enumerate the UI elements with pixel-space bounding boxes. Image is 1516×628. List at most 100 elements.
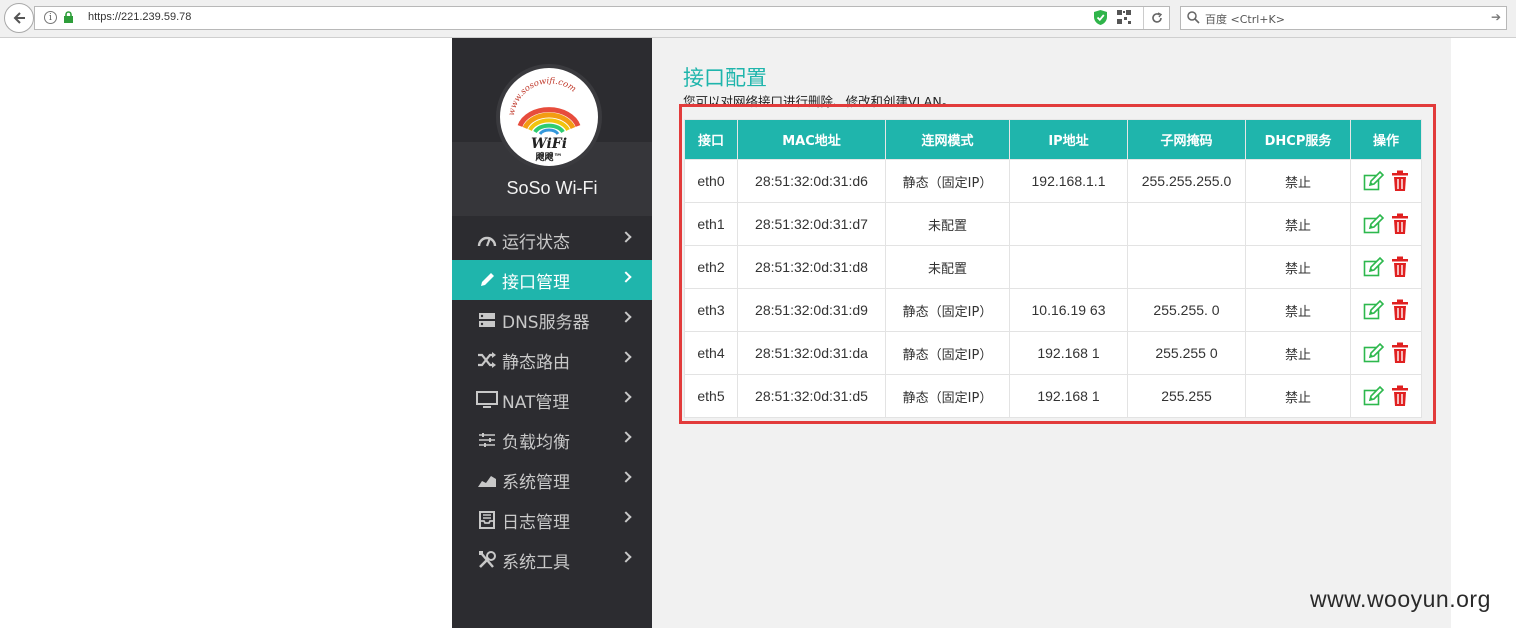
- mask-cell: [1127, 202, 1246, 246]
- dhcp-cell: 禁止: [1245, 288, 1351, 332]
- pencil-icon: [476, 270, 498, 290]
- chevron-right-icon: [620, 311, 632, 323]
- info-icon[interactable]: i: [44, 11, 57, 24]
- dhcp-cell: 禁止: [1245, 159, 1351, 203]
- edit-icon[interactable]: [1363, 213, 1385, 235]
- lock-icon: [64, 11, 73, 23]
- search-go-icon[interactable]: ➔: [1491, 10, 1501, 24]
- dhcp-cell: 禁止: [1245, 202, 1351, 246]
- chevron-right-icon: [620, 511, 632, 523]
- actions-cell: [1350, 288, 1422, 332]
- table-row: eth1 28:51:32:0d:31:d7 未配置 禁止: [684, 202, 1422, 246]
- chevron-right-icon: [620, 391, 632, 403]
- actions: [1352, 299, 1420, 321]
- sidebar-item-label: 日志管理: [502, 512, 570, 533]
- address-bar[interactable]: i https://221.239.59.78: [34, 6, 1170, 30]
- ip-cell: 10.16.19 63: [1009, 288, 1128, 332]
- dhcp-cell: 禁止: [1245, 374, 1351, 418]
- brand-name: SoSo Wi-Fi: [506, 178, 598, 198]
- edit-icon[interactable]: [1363, 385, 1385, 407]
- delete-icon[interactable]: [1391, 170, 1409, 192]
- mode-cell: 静态（固定IP）: [885, 374, 1010, 418]
- actions: [1352, 170, 1420, 192]
- column-header: 子网掩码: [1127, 119, 1246, 160]
- table-row: eth0 28:51:32:0d:31:d6 静态（固定IP） 192.168.1.1…: [684, 159, 1422, 203]
- watermark: www.wooyun.org: [1310, 586, 1491, 612]
- sidebar-item-status[interactable]: 运行状态: [452, 220, 652, 260]
- sidebar-item-system[interactable]: 系统管理: [452, 460, 652, 500]
- dhcp-cell: 禁止: [1245, 245, 1351, 289]
- sidebar-item-tools[interactable]: 系统工具: [452, 540, 652, 580]
- interface-cell: eth3: [684, 288, 738, 332]
- actions: [1352, 256, 1420, 278]
- edit-icon[interactable]: [1363, 170, 1385, 192]
- shield-icon[interactable]: [1093, 9, 1108, 26]
- mac-cell: 28:51:32:0d:31:d7: [737, 202, 886, 246]
- mac-cell: 28:51:32:0d:31:d8: [737, 245, 886, 289]
- sidebar-item-nat[interactable]: NAT管理: [452, 380, 652, 420]
- sidebar-item-load-balance[interactable]: 负载均衡: [452, 420, 652, 460]
- delete-icon[interactable]: [1391, 256, 1409, 278]
- chevron-right-icon: [620, 471, 632, 483]
- ip-cell: [1009, 245, 1128, 289]
- browser-toolbar: i https://221.239.59.78 百度 <Ctrl+K> ➔: [0, 0, 1516, 38]
- refresh-button[interactable]: [1143, 7, 1170, 29]
- url-text[interactable]: https://221.239.59.78: [88, 11, 191, 23]
- actions-cell: [1350, 202, 1422, 246]
- mask-cell: [1127, 245, 1246, 289]
- sidebar-item-static-routes[interactable]: 静态路由: [452, 340, 652, 380]
- mac-cell: 28:51:32:0d:31:d6: [737, 159, 886, 203]
- mask-cell: 255.255 0: [1127, 331, 1246, 375]
- edit-icon[interactable]: [1363, 256, 1385, 278]
- ip-cell: [1009, 202, 1128, 246]
- mask-cell: 255.255: [1127, 374, 1246, 418]
- column-header: 操作: [1350, 119, 1422, 160]
- interface-cell: eth2: [684, 245, 738, 289]
- area-chart-icon: [476, 470, 498, 490]
- ip-cell: 192.168.1.1: [1009, 159, 1128, 203]
- logo-area: www.sosowifi.com WiFi 飕飕™ SoSo Wi-Fi: [452, 38, 652, 216]
- monitor-icon: [476, 390, 498, 410]
- delete-icon[interactable]: [1391, 342, 1409, 364]
- actions-cell: [1350, 159, 1422, 203]
- table-row: eth5 28:51:32:0d:31:d5 静态（固定IP） 192.168 1 25…: [684, 374, 1422, 418]
- delete-icon[interactable]: [1391, 299, 1409, 321]
- back-button[interactable]: [4, 3, 34, 33]
- search-bar[interactable]: 百度 <Ctrl+K> ➔: [1180, 6, 1507, 30]
- wifi-logo-icon: www.sosowifi.com WiFi 飕飕™: [507, 76, 581, 163]
- edit-icon[interactable]: [1363, 342, 1385, 364]
- sidebar-item-interfaces[interactable]: 接口管理: [452, 260, 652, 300]
- logo: www.sosowifi.com WiFi 飕飕™: [496, 64, 602, 170]
- mode-cell: 静态（固定IP）: [885, 288, 1010, 332]
- mode-cell: 未配置: [885, 245, 1010, 289]
- edit-icon[interactable]: [1363, 299, 1385, 321]
- logo-subtext: 飕飕™: [535, 151, 562, 163]
- sidebar-item-dns[interactable]: DNS服务器: [452, 300, 652, 340]
- sidebar-item-label: 系统工具: [502, 552, 570, 573]
- mac-cell: 28:51:32:0d:31:d5: [737, 374, 886, 418]
- delete-icon[interactable]: [1391, 213, 1409, 235]
- chevron-right-icon: [620, 231, 632, 243]
- sidebar-item-logs[interactable]: 日志管理: [452, 500, 652, 540]
- actions-cell: [1350, 374, 1422, 418]
- table-header-row: 接口 MAC地址 连网模式 IP地址 子网掩码 DHCP服务 操作: [684, 119, 1422, 160]
- mask-cell: 255.255.255.0: [1127, 159, 1246, 203]
- chevron-right-icon: [620, 271, 632, 283]
- sidebar-menu: 运行状态 接口管理 DNS服务器 静态路由 NAT管理 负载均衡 系统管理 日志…: [452, 220, 652, 580]
- column-header: MAC地址: [737, 119, 886, 160]
- actions: [1352, 342, 1420, 364]
- delete-icon[interactable]: [1391, 385, 1409, 407]
- mac-cell: 28:51:32:0d:31:d9: [737, 288, 886, 332]
- actions: [1352, 385, 1420, 407]
- ip-cell: 192.168 1: [1009, 374, 1128, 418]
- actions-cell: [1350, 245, 1422, 289]
- qr-code-icon[interactable]: [1117, 10, 1131, 24]
- sidebar-item-label: 接口管理: [502, 272, 570, 293]
- interface-cell: eth1: [684, 202, 738, 246]
- column-header: 连网模式: [885, 119, 1010, 160]
- sidebar-item-label: 运行状态: [502, 232, 570, 253]
- mask-cell: 255.255. 0: [1127, 288, 1246, 332]
- page-title: 接口配置: [683, 66, 767, 90]
- logo-wordmark: WiFi: [531, 136, 567, 152]
- search-icon: [1187, 11, 1200, 24]
